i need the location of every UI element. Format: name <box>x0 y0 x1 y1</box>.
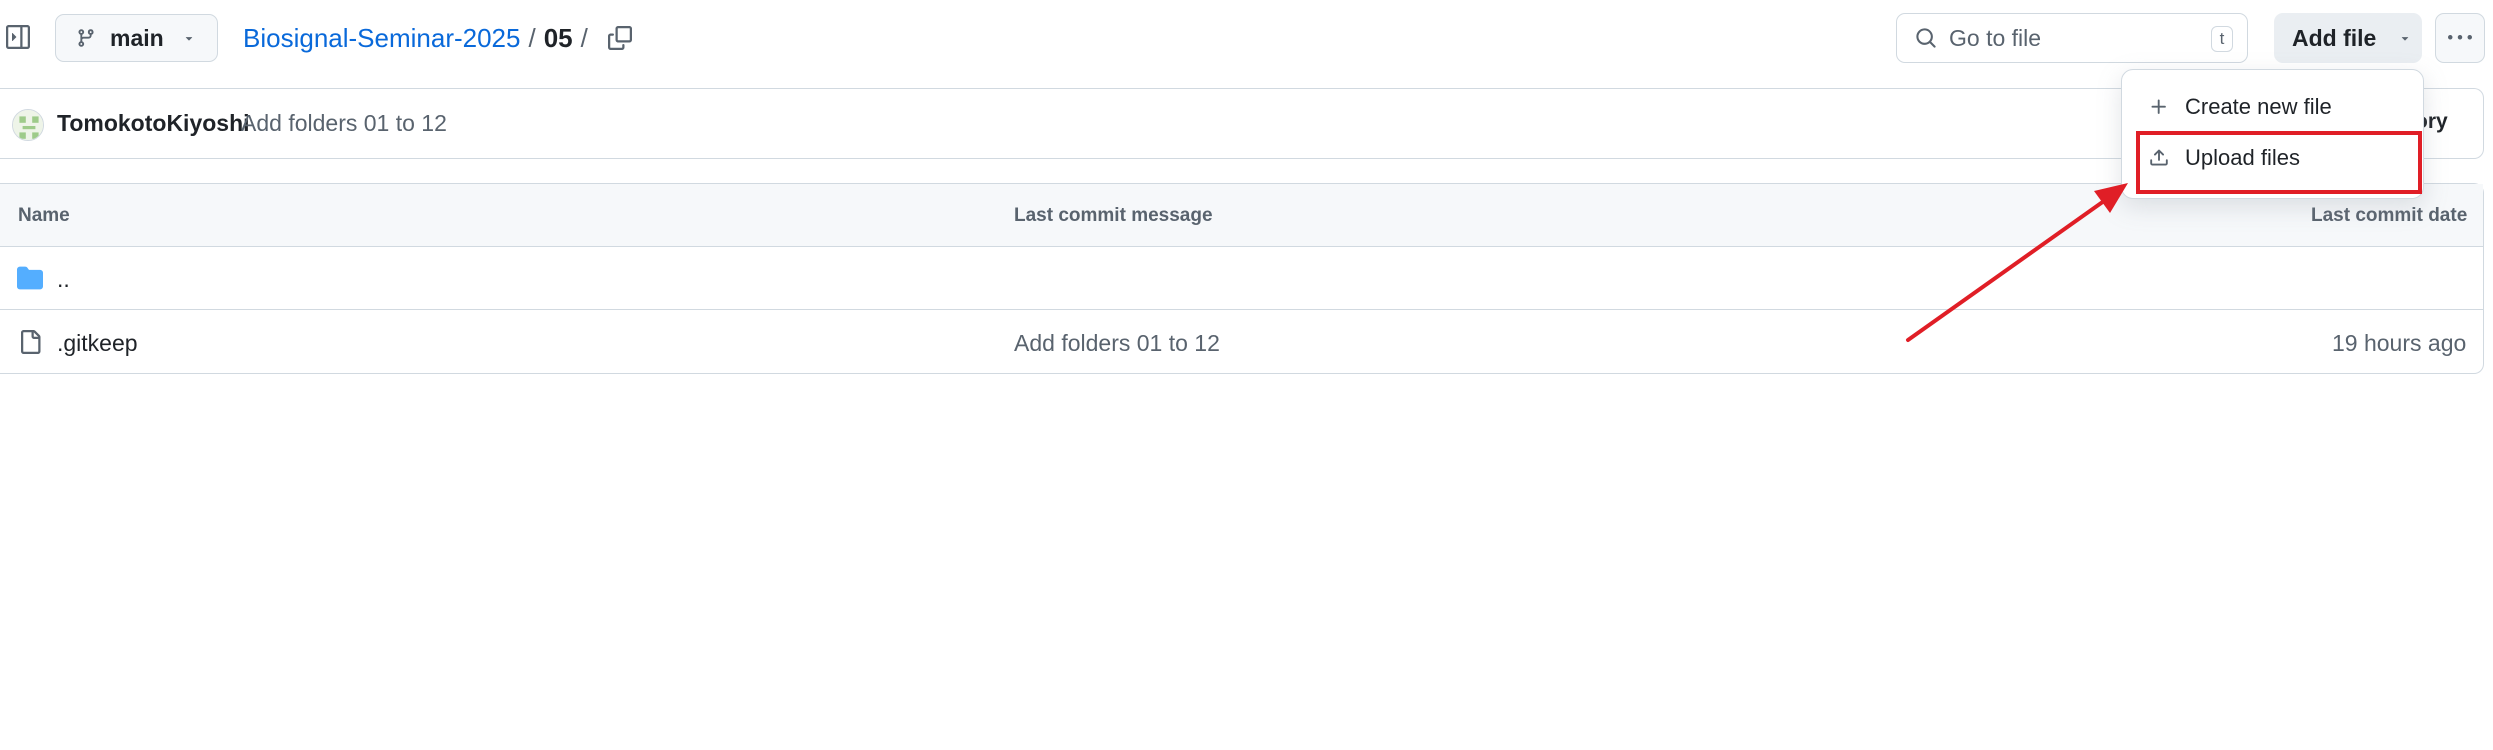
branch-selector-button[interactable]: main <box>55 14 218 62</box>
git-branch-icon <box>76 28 96 48</box>
table-row[interactable] <box>0 310 2483 373</box>
column-header-commit-date: Last commit date <box>2311 205 2468 226</box>
avatar[interactable] <box>12 109 44 141</box>
menu-item-create-new-file[interactable]: Create new file <box>2135 84 2411 130</box>
annotation-highlight-box <box>2136 131 2422 194</box>
menu-item-label: Create new file <box>2185 94 2332 119</box>
file-name-link[interactable]: .gitkeep <box>57 330 138 357</box>
file-commit-date: 19 hours ago <box>2332 330 2467 356</box>
copy-icon <box>608 26 632 50</box>
file-commit-message-link[interactable]: Add folders 01 to 12 <box>1014 330 1220 357</box>
plus-icon <box>2149 97 2171 117</box>
column-header-commit-message: Last commit message <box>1014 205 1213 226</box>
commit-author-link[interactable]: TomokotoKiyoshi <box>57 110 250 137</box>
add-file-button[interactable]: Add file <box>2274 13 2422 63</box>
parent-folder-link[interactable]: .. <box>57 266 70 293</box>
breadcrumb: Biosignal-Seminar-2025 / 05 / <box>243 21 596 55</box>
breadcrumb-trailing-separator: / <box>580 22 588 53</box>
folder-icon <box>16 265 44 296</box>
kebab-horizontal-icon <box>2448 35 2472 40</box>
search-shortcut-key: t <box>2211 26 2233 52</box>
chevron-down-icon <box>2398 31 2412 45</box>
file-icon <box>18 329 42 360</box>
add-file-label: Add file <box>2292 24 2377 51</box>
column-header-name: Name <box>18 205 70 226</box>
table-row[interactable] <box>0 248 2483 309</box>
breadcrumb-repo-link[interactable]: Biosignal-Seminar-2025 <box>243 23 520 54</box>
file-table-header <box>0 184 2483 247</box>
commit-message-link[interactable]: Add folders 01 to 12 <box>241 110 447 137</box>
breadcrumb-current-folder: 05 <box>543 22 573 53</box>
chevron-down-icon <box>182 31 196 45</box>
sidebar-toggle-button[interactable] <box>5 24 31 50</box>
more-options-button[interactable] <box>2435 13 2485 63</box>
sidebar-expand-icon <box>6 25 30 49</box>
branch-name: main <box>110 24 164 51</box>
breadcrumb-separator: / <box>528 22 536 53</box>
search-placeholder: Go to file <box>1949 24 2042 51</box>
go-to-file-input[interactable]: Go to file t <box>1896 13 2248 63</box>
copy-path-button[interactable] <box>604 22 636 54</box>
search-icon <box>1916 28 1936 48</box>
